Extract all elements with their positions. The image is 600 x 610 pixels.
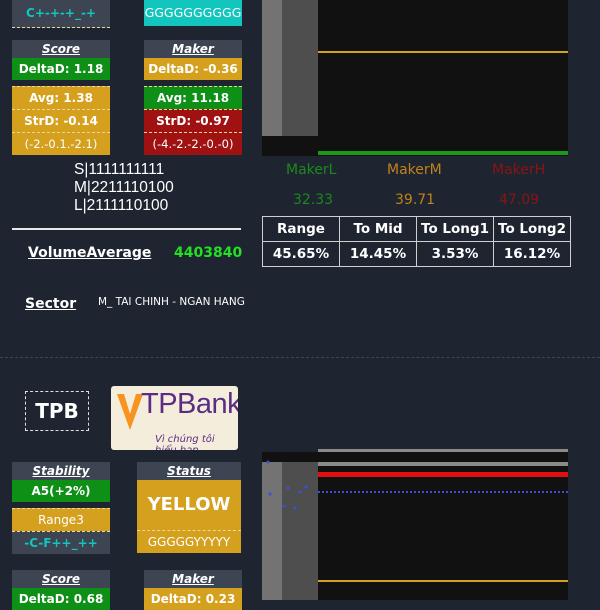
maker-card-title: Maker bbox=[144, 40, 242, 58]
maker-h-value: 47.09 bbox=[499, 192, 540, 208]
stability-card-title: Stability bbox=[12, 462, 110, 480]
maker-deltad: DeltaD: -0.36 bbox=[144, 58, 242, 80]
score-card: Score DeltaD: 1.18 Avg: 1.38 StrD: -0.14… bbox=[12, 40, 110, 155]
stats-value-to-long2: 16.12% bbox=[493, 241, 571, 267]
bottom-chart-grey-line-2 bbox=[318, 462, 568, 466]
bottom-score-deltad: DeltaD: 0.68 bbox=[12, 588, 110, 610]
score-card-title: Score bbox=[12, 40, 110, 58]
score-avg: Avg: 1.38 bbox=[12, 86, 110, 109]
bottom-maker-title: Maker bbox=[144, 570, 242, 588]
bottom-chart-blue-dots bbox=[266, 460, 308, 510]
sector-value: M_ TAI CHINH - NGAN HANG bbox=[98, 296, 245, 308]
stats-value-row: 45.65% 14.45% 3.53% 16.12% bbox=[262, 241, 571, 267]
ticker-box[interactable]: TPB bbox=[25, 391, 89, 431]
stability-trend: -C-F++_++ bbox=[12, 531, 110, 554]
stats-table: Range To Mid To Long1 To Long2 45.65% 14… bbox=[262, 216, 571, 267]
score-strd: StrD: -0.14 bbox=[12, 109, 110, 132]
stability-card: Stability A5(+2%) Range3 -C-F++_++ bbox=[12, 462, 110, 554]
slm-line-s: S|1111111111 bbox=[74, 161, 165, 178]
volume-value: 4403840 bbox=[174, 245, 243, 261]
maker-card: Maker DeltaD: -0.36 Avg: 11.18 StrD: -0.… bbox=[144, 40, 242, 155]
stats-value-to-long1: 3.53% bbox=[416, 241, 494, 267]
stability-value: A5(+2%) bbox=[12, 480, 110, 502]
top-chart-green-line bbox=[318, 151, 568, 155]
bottom-chart-gold-line bbox=[318, 580, 568, 582]
bottom-maker-deltad: DeltaD: 0.23 bbox=[144, 588, 242, 610]
logo-wordmark: TPBank bbox=[141, 388, 238, 420]
stats-value-range: 45.65% bbox=[262, 241, 340, 267]
maker-l-value: 32.33 bbox=[293, 192, 334, 208]
ticker-symbol: TPB bbox=[35, 399, 79, 423]
bottom-chart-blue-dotted bbox=[318, 491, 568, 493]
stats-header-to-long2: To Long2 bbox=[493, 216, 571, 242]
company-logo: TPBank Vì chúng tôi hiểu bạn bbox=[111, 386, 238, 450]
top-chart-gold-line bbox=[318, 51, 568, 53]
maker-range: (-4.-2.-2.-0.-0) bbox=[144, 132, 242, 155]
status-value: YELLOW bbox=[137, 480, 241, 530]
stats-header-to-mid: To Mid bbox=[339, 216, 417, 242]
stability-range: Range3 bbox=[12, 508, 110, 531]
maker-m-label: MakerM bbox=[387, 162, 442, 178]
stats-header-range: Range bbox=[262, 216, 340, 242]
slm-lines: S|1111111111 M|2211110100 L|2111110100 bbox=[74, 161, 174, 215]
maker-l-label: MakerL bbox=[286, 162, 337, 178]
section-separator bbox=[0, 357, 600, 358]
bottom-score-card: Score DeltaD: 0.68 bbox=[12, 570, 110, 610]
maker-avg: Avg: 11.18 bbox=[144, 86, 242, 109]
slm-line-m: M|2211110100 bbox=[74, 179, 174, 196]
volume-label: VolumeAverage bbox=[28, 245, 152, 261]
maker-h-label: MakerH bbox=[492, 162, 546, 178]
score-range: (-2.-0.1.-2.1) bbox=[12, 132, 110, 155]
top-trend-underline bbox=[12, 27, 110, 28]
stats-value-to-mid: 14.45% bbox=[339, 241, 417, 267]
bottom-chart-red-line bbox=[318, 472, 568, 477]
bottom-maker-card: Maker DeltaD: 0.23 bbox=[144, 570, 242, 610]
top-trend-text: C+-+-+_-+ bbox=[26, 6, 96, 20]
status-card-title: Status bbox=[137, 462, 241, 480]
maker-strd: StrD: -0.97 bbox=[144, 109, 242, 132]
top-chart-left-band bbox=[262, 0, 282, 136]
divider bbox=[12, 228, 241, 230]
logo-tagline: Vì chúng tôi hiểu bạn bbox=[155, 434, 215, 450]
stats-header-row: Range To Mid To Long1 To Long2 bbox=[262, 216, 571, 242]
stats-header-to-long1: To Long1 bbox=[416, 216, 494, 242]
sector-label: Sector bbox=[25, 296, 77, 312]
status-sequence: GGGGGYYYYY bbox=[137, 530, 241, 553]
status-card: Status YELLOW GGGGGYYYYY bbox=[137, 462, 241, 553]
score-deltad: DeltaD: 1.18 bbox=[12, 58, 110, 80]
slm-line-l: L|2111110100 bbox=[74, 197, 169, 214]
bottom-chart-grey-line bbox=[318, 449, 568, 452]
maker-m-value: 39.71 bbox=[395, 192, 436, 208]
top-chart-left-band-2 bbox=[282, 0, 318, 136]
bottom-score-title: Score bbox=[12, 570, 110, 588]
top-g-sequence: GGGGGGGGGG bbox=[144, 0, 242, 26]
